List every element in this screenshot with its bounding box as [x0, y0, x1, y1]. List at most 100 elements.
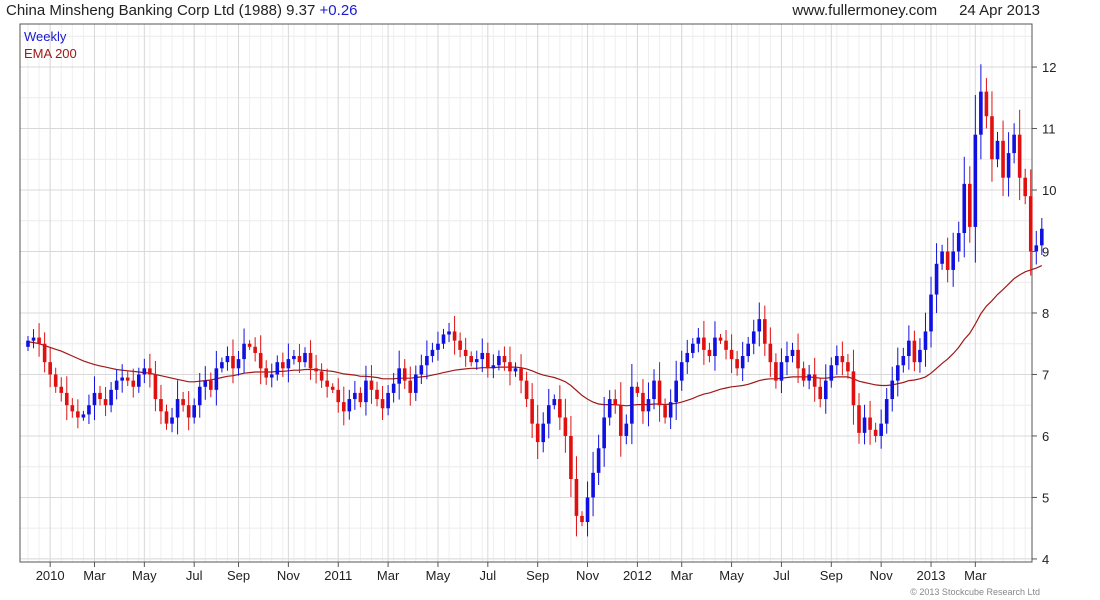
candle-body: [408, 380, 413, 393]
candle-body: [380, 399, 385, 409]
candle: [785, 341, 789, 376]
candle-body: [1012, 134, 1016, 154]
candle: [148, 353, 152, 388]
x-tick-label: Sep: [227, 568, 250, 583]
candle: [751, 319, 756, 355]
candle: [929, 276, 933, 348]
candle-body: [1028, 196, 1033, 252]
x-tick-label: Nov: [576, 568, 600, 583]
candle-body: [657, 380, 662, 406]
candle: [973, 95, 978, 263]
x-tick-label: May: [132, 568, 157, 583]
candle-body: [92, 392, 97, 406]
candle-body: [1040, 228, 1044, 246]
candle-body: [790, 349, 795, 357]
candle: [1001, 120, 1005, 196]
candle: [98, 385, 102, 406]
x-tick-label: Mar: [83, 568, 106, 583]
candle: [414, 365, 418, 401]
candle: [153, 360, 158, 412]
candle-body: [303, 352, 307, 363]
candle: [242, 328, 246, 373]
candle-body: [840, 356, 845, 363]
candle: [441, 328, 446, 349]
candle: [879, 409, 883, 449]
candle-body: [397, 368, 401, 384]
candle: [281, 352, 285, 377]
candle: [170, 407, 174, 433]
candle-body: [546, 405, 551, 424]
legend-ema: EMA 200: [24, 46, 77, 61]
candle-body: [292, 356, 296, 360]
candle-body: [818, 386, 823, 400]
candle-body: [386, 392, 390, 409]
candle: [868, 400, 872, 445]
candle: [663, 398, 667, 424]
candle-body: [646, 399, 651, 412]
candle: [87, 394, 91, 424]
candle: [757, 302, 762, 347]
candle-body: [596, 448, 601, 473]
candle-body: [125, 377, 130, 381]
candle-body: [519, 368, 523, 381]
candle: [901, 347, 906, 373]
candle-body: [181, 399, 185, 406]
candle: [580, 511, 584, 527]
candle: [702, 320, 706, 365]
candle: [624, 414, 629, 445]
y-tick-label: 9: [1042, 244, 1049, 259]
candle: [269, 363, 274, 388]
candle-body: [53, 374, 58, 387]
candle-body: [164, 411, 169, 424]
candle: [308, 340, 313, 380]
candle-body: [1023, 177, 1027, 197]
candle-body: [186, 405, 191, 418]
candle-body: [209, 380, 213, 390]
candlestick-chart: 4 5 6 7 8 9 10 11 12 2010 Mar May Jul Sep Nov 2011 Mar M…: [19, 23, 1056, 583]
candle: [713, 321, 717, 371]
candle: [402, 359, 407, 389]
candle: [197, 372, 202, 418]
x-tick-label: Sep: [526, 568, 549, 583]
x-axis: 2010 Mar May Jul Sep Nov 2011 Mar May Jul Sep Nov 20…: [36, 562, 987, 583]
candle: [37, 323, 41, 357]
candle: [635, 382, 640, 398]
x-tick-label: Jul: [773, 568, 790, 583]
candle: [103, 387, 108, 417]
candle-body: [585, 497, 590, 523]
candle-body: [912, 340, 917, 363]
candle: [48, 348, 52, 388]
candle: [740, 341, 745, 382]
candle: [397, 350, 401, 400]
candle: [120, 364, 124, 393]
candle-body: [308, 352, 313, 369]
candle: [303, 347, 307, 368]
grid-lines: [20, 24, 1032, 562]
candle: [225, 346, 230, 371]
candle-body: [823, 380, 828, 400]
y-axis: 4 5 6 7 8 9 10 11 12: [1032, 60, 1056, 567]
candle-body: [940, 251, 944, 264]
candle: [796, 333, 800, 383]
candle-body: [347, 399, 352, 412]
candle-body: [497, 356, 501, 366]
candle-body: [42, 343, 47, 363]
candle-body: [425, 356, 429, 366]
candle-body: [851, 371, 856, 406]
candle-body: [463, 349, 468, 357]
x-tick-label: 2012: [623, 568, 652, 583]
candle: [508, 346, 512, 386]
candle-body: [563, 417, 568, 436]
candle-body: [829, 365, 834, 381]
candle-body: [607, 399, 612, 418]
candle: [940, 244, 944, 270]
candle: [408, 366, 413, 406]
candle-body: [796, 349, 800, 369]
candle: [474, 350, 479, 370]
candle: [186, 391, 191, 431]
candle-body: [353, 392, 357, 400]
candle-body: [907, 340, 911, 357]
candle-body: [569, 435, 573, 479]
candle-body: [751, 331, 756, 344]
candle: [458, 332, 462, 358]
